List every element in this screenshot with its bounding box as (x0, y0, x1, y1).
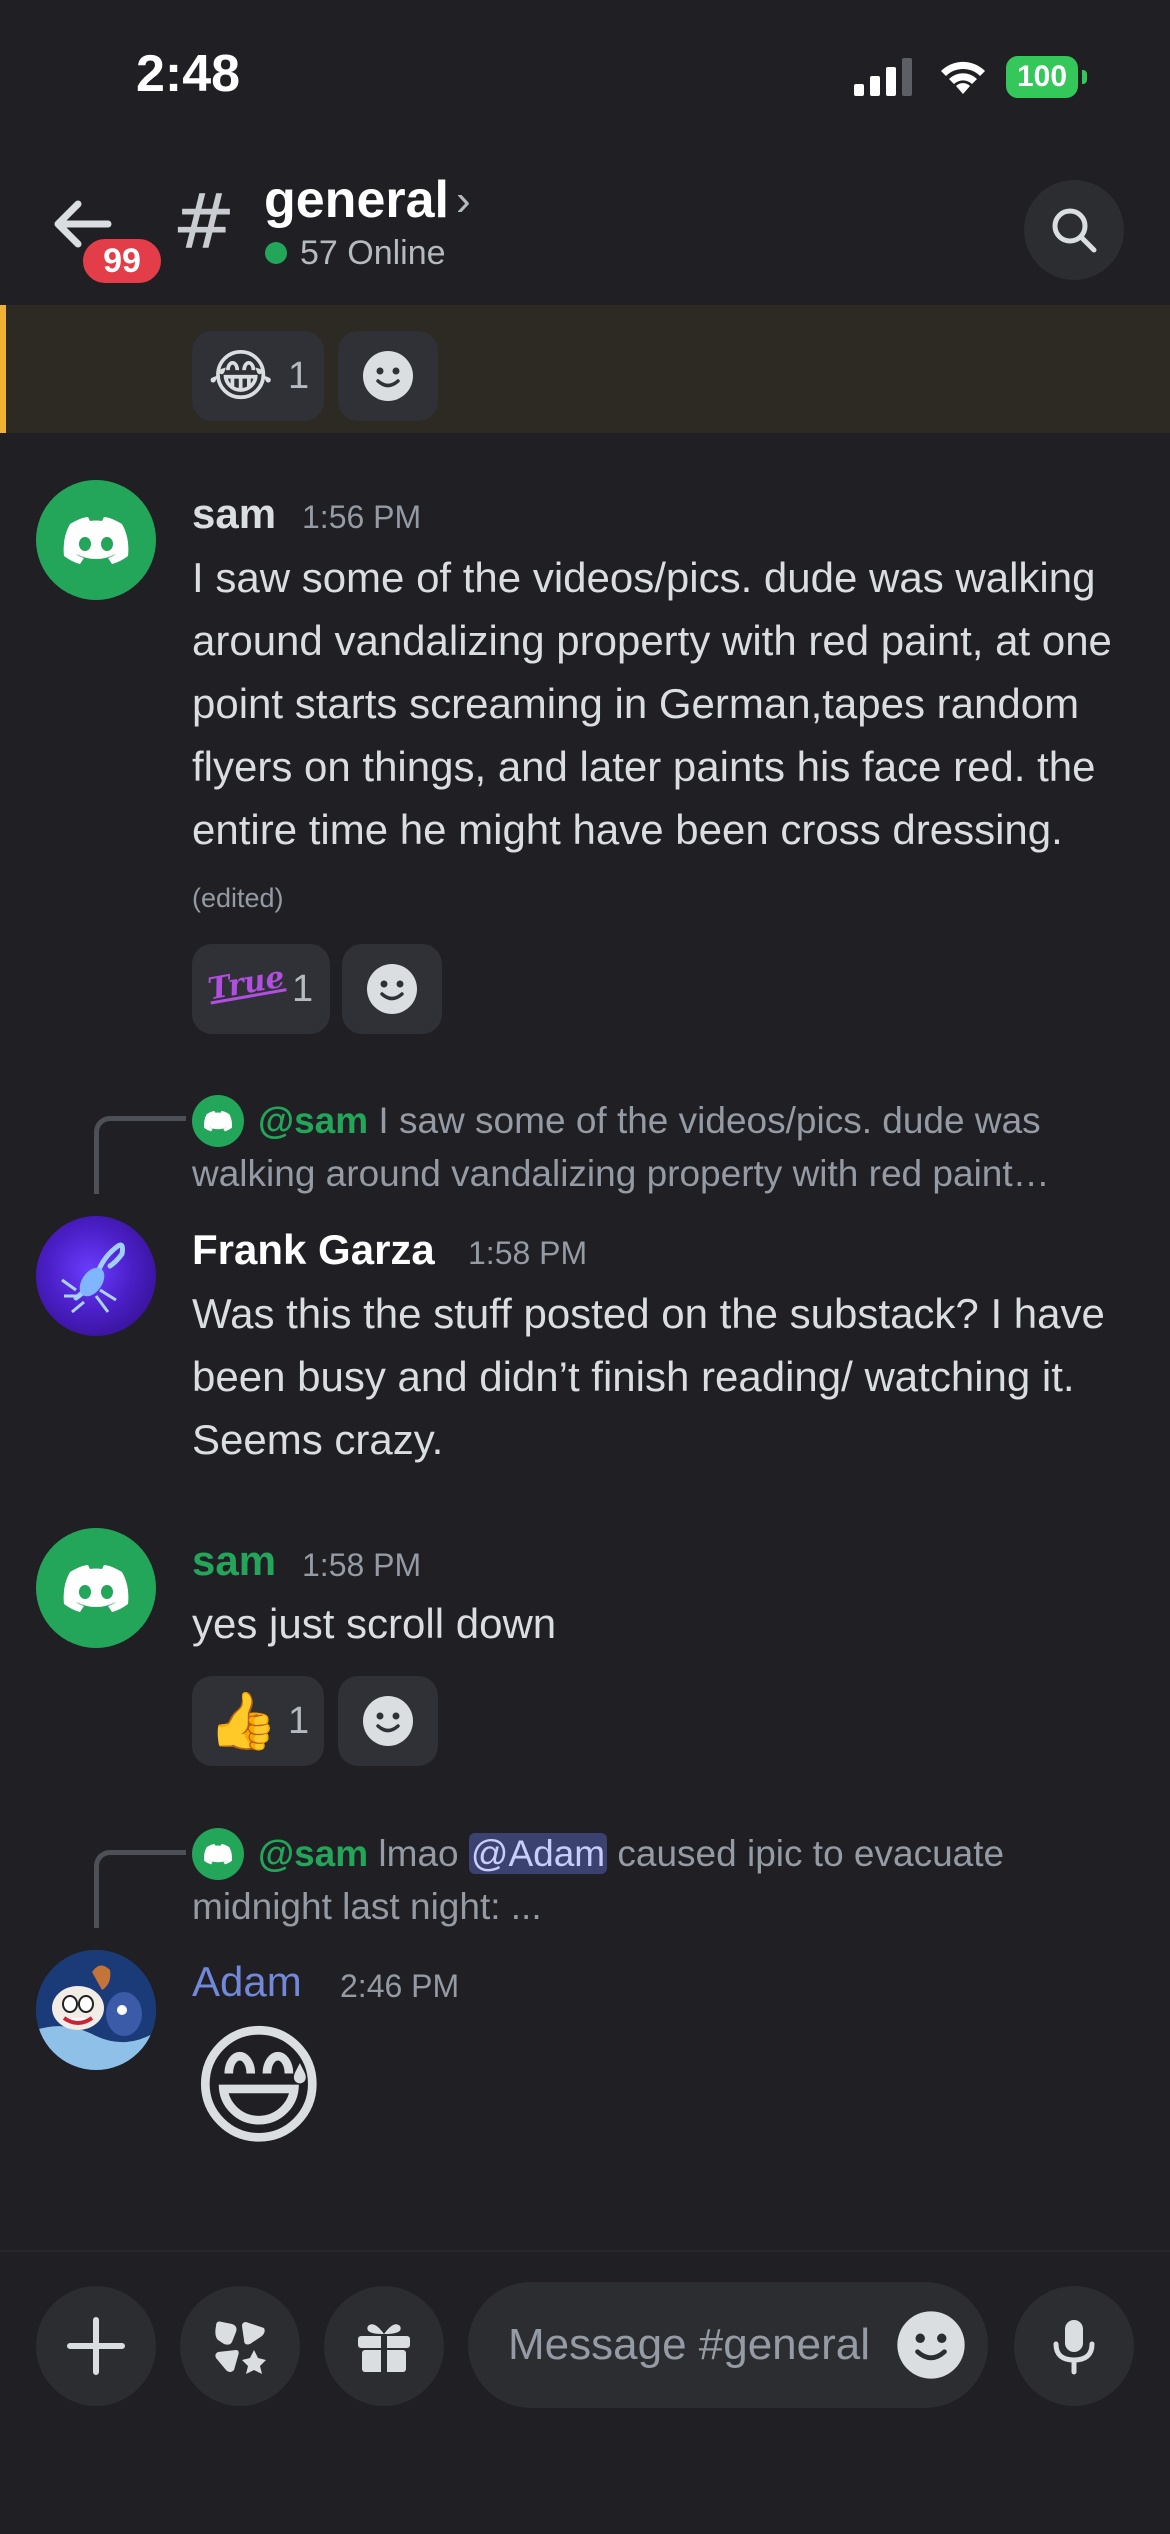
reaction-count: 1 (288, 355, 310, 397)
sweat-smile-emoji: 😅 (190, 2013, 328, 2160)
message-timestamp: 2:46 PM (340, 1968, 460, 2004)
discord-logo-icon (63, 517, 129, 564)
online-count: 57 Online (300, 234, 446, 272)
cartoon-avatar-icon (36, 1950, 156, 2070)
message-body: yes just scroll down (192, 1600, 557, 1647)
signal-icon (854, 58, 912, 96)
gift-icon (358, 2324, 410, 2374)
reply-preview[interactable]: @sam lmao @Adam caused ipic to evacuate … (192, 1827, 1132, 1933)
message-author[interactable]: Adam (192, 1958, 302, 2006)
reply-snippet-start: lmao (378, 1833, 459, 1874)
search-button[interactable] (1024, 180, 1124, 280)
plus-icon (67, 2317, 125, 2375)
smiley-icon (363, 1696, 413, 1746)
message-input-placeholder: Message #general (508, 2320, 871, 2369)
battery-level: 100 (1016, 60, 1068, 93)
add-reaction-button[interactable] (338, 1676, 438, 1766)
avatar[interactable] (36, 480, 156, 600)
gift-button[interactable] (324, 2286, 444, 2406)
reaction-count: 1 (288, 1700, 310, 1742)
status-time: 2:48 (136, 45, 241, 103)
smiley-icon (363, 351, 413, 401)
smiley-icon (367, 964, 417, 1014)
add-reaction-button[interactable] (342, 944, 442, 1034)
laughing-emoji: 😂 (208, 344, 274, 407)
message-body: I saw some of the videos/pics. dude was … (192, 546, 1132, 930)
message-timestamp: 1:58 PM (468, 1235, 588, 1271)
discord-logo-icon (63, 1565, 129, 1612)
unread-badge: 99 (78, 234, 166, 288)
voice-message-button[interactable] (1014, 2286, 1134, 2406)
message-text: I saw some of the videos/pics. dude was … (192, 554, 1112, 853)
message-composer: Message #general (0, 2250, 1170, 2534)
avatar[interactable] (36, 1528, 156, 1648)
message-timestamp: 1:58 PM (302, 1547, 422, 1583)
reply-connector (94, 1850, 186, 1928)
apps-icon (215, 2321, 266, 2374)
online-status-dot (265, 242, 287, 264)
highlighted-message: 😂 1 (0, 305, 1170, 433)
scorpion-icon (61, 1242, 125, 1314)
message-author[interactable]: sam (192, 490, 276, 538)
mention-highlight-bar (0, 305, 6, 433)
reply-connector (94, 1116, 186, 1194)
reaction-laughing[interactable]: 😂 1 (192, 331, 324, 421)
status-bar: 2:48 100 (0, 0, 1170, 150)
user-mention[interactable]: @Adam (468, 1833, 608, 1874)
edited-label: (edited) (192, 883, 284, 913)
message-body: Was this the stuff posted on the substac… (192, 1290, 1105, 1463)
avatar[interactable] (36, 1216, 156, 1336)
reply-author: @sam (258, 1100, 369, 1141)
smiley-icon[interactable] (896, 2310, 966, 2380)
chevron-right-icon[interactable]: › (456, 176, 471, 226)
add-reaction-button[interactable] (338, 331, 438, 421)
search-icon (1052, 208, 1097, 253)
reaction-count: 1 (292, 968, 314, 1010)
avatar[interactable] (36, 1950, 156, 2070)
reply-preview[interactable]: @sam I saw some of the videos/pics. dude… (192, 1094, 1132, 1200)
reply-author: @sam (258, 1833, 369, 1874)
message-timestamp: 1:56 PM (302, 499, 422, 535)
hash-icon: # (172, 177, 236, 266)
channel-header: 99 # general › 57 Online (0, 150, 1170, 305)
thumbs-up-emoji: 👍 (208, 1689, 278, 1752)
attach-button[interactable] (36, 2286, 156, 2406)
apps-button[interactable] (180, 2286, 300, 2406)
reaction-true[interactable]: True 1 (192, 944, 330, 1034)
message-input[interactable]: Message #general (468, 2282, 988, 2408)
message-author[interactable]: Frank Garza (192, 1226, 435, 1274)
true-sticker-emoji: True (205, 959, 288, 1008)
microphone-icon (1053, 2320, 1095, 2375)
battery-icon: 100 (1006, 56, 1087, 98)
wifi-icon (941, 61, 985, 94)
channel-title[interactable]: general (264, 170, 449, 230)
reaction-thumbs-up[interactable]: 👍 1 (192, 1676, 324, 1766)
message-author[interactable]: sam (192, 1537, 276, 1585)
